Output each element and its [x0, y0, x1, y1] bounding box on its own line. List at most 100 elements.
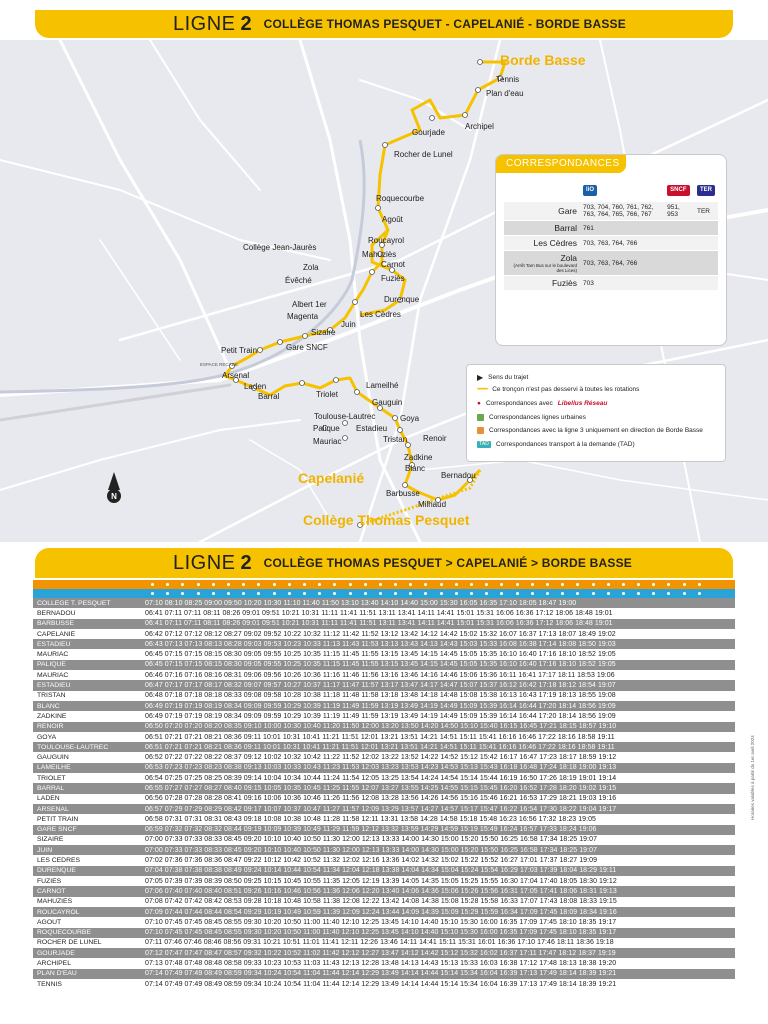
- stop-bernadou[interactable]: Bernadou: [441, 471, 476, 480]
- stop-estadieu[interactable]: Estadieu: [356, 424, 387, 433]
- day-dot-icon: [302, 592, 306, 595]
- timetable-rows: COLLÈGE T. PESQUET 07:10 08:10 08:25 09:0…: [33, 598, 735, 989]
- stop-name-cell: JUIN: [37, 846, 53, 854]
- stop-mauriac[interactable]: Mauriac: [313, 437, 341, 446]
- stop-renoir[interactable]: Renoir: [423, 434, 447, 443]
- stop-gauguin[interactable]: Gauguin: [372, 398, 402, 407]
- stop-durenque[interactable]: Durenque: [384, 295, 419, 304]
- stop-capelanie[interactable]: Capelanié: [298, 471, 364, 486]
- day-dot-icon: [211, 592, 215, 595]
- day-dot-icon: [409, 592, 413, 595]
- times-cell: 06:51 07:21 07:21 08:21 08:36 09:11 10:0…: [145, 743, 615, 751]
- stop-name-cell: DURENQUE: [37, 867, 76, 875]
- table-row: ESTADIEU 06:43 07:13 07:13 08:13 08:28 09…: [33, 639, 735, 650]
- day-dot-icon: [181, 592, 185, 595]
- legend-direction: Sens du trajet: [488, 374, 529, 381]
- stop-plan-deau[interactable]: Plan d'eau: [486, 89, 524, 98]
- legend-partial: Ce tronçon n'est pas desservi à toutes l…: [492, 386, 640, 393]
- stop-fuzies[interactable]: Fuziès: [381, 274, 405, 283]
- day-dot-icon: [439, 583, 443, 586]
- day-dot-icon: [333, 592, 337, 595]
- stop-roucayrol[interactable]: Roucayrol: [368, 236, 404, 245]
- stop-name-cell: BLANC: [37, 702, 60, 710]
- legend-line3: Correspondances avec la ligne 3 uniqueme…: [489, 427, 703, 434]
- sncf-logo: SNCF: [667, 184, 690, 196]
- day-dot-icon: [348, 592, 352, 595]
- route-line: [223, 60, 507, 502]
- stop-toulouse-lautrec[interactable]: Toulouse-Lautrec: [314, 412, 375, 421]
- line-label: LIGNE: [173, 12, 236, 35]
- day-dot-icon: [576, 592, 580, 595]
- day-dot-icon: [591, 592, 595, 595]
- stop-mahuzies[interactable]: Mahuziès: [362, 250, 396, 259]
- correspondances-table: liO SNCF TER Gare 703, 704, 760, 761, 76…: [504, 179, 718, 291]
- stop-college-thomas-pesquet[interactable]: Collège Thomas Pesquet: [303, 513, 469, 528]
- stop-tristan[interactable]: Tristan: [383, 435, 407, 444]
- stop-petit-train[interactable]: Petit Train: [221, 346, 257, 355]
- stop-les-cedres[interactable]: Les Cèdres: [360, 310, 401, 319]
- header-cell: [236, 589, 251, 598]
- stop-lameilhe[interactable]: Lameilhé: [366, 381, 398, 390]
- times-cell: 07:00 07:33 07:33 08:33 08:45 09:20 10:1…: [145, 846, 598, 854]
- stop-sizaire[interactable]: Sizaire: [311, 328, 335, 337]
- day-dot-icon: [196, 583, 200, 586]
- stop-gare-sncf[interactable]: Gare SNCF: [286, 343, 328, 352]
- stop-milhaud[interactable]: Milhaud: [418, 500, 446, 509]
- header-cell: [373, 589, 388, 598]
- day-dot-icon: [378, 583, 382, 586]
- stop-name-cell: PALIQUE: [37, 661, 66, 669]
- stop-zadkine[interactable]: Zadkine: [404, 453, 432, 462]
- stop-rocher-de-lunel[interactable]: Rocher de Lunel: [394, 150, 453, 159]
- stop-name-cell: SIZAIRE: [37, 836, 64, 844]
- stop-archipel[interactable]: Archipel: [465, 122, 494, 131]
- day-dot-icon: [348, 583, 352, 586]
- header-cell: [479, 589, 494, 598]
- corr-fuzies-lio: 703: [580, 275, 665, 291]
- header-cell: [251, 580, 266, 589]
- day-dot-icon: [378, 592, 382, 595]
- table-row: AGOÛT 07:10 07:45 07:45 08:45 08:55 09:30…: [33, 917, 735, 927]
- stop-name-cell: BARBUSSE: [37, 620, 75, 628]
- stop-tennis[interactable]: Tennis: [496, 75, 519, 84]
- stop-name-cell: ARCHIPEL: [37, 960, 71, 968]
- stop-palique[interactable]: Palique: [313, 424, 340, 433]
- stop-barbusse[interactable]: Barbusse: [386, 489, 420, 498]
- header-cell: [175, 580, 190, 589]
- stop-goya[interactable]: Goya: [400, 414, 419, 423]
- stop-name-cell: LAMEILHÉ: [37, 764, 71, 772]
- header-cell: [510, 589, 525, 598]
- stop-albert-1er[interactable]: Albert 1er: [292, 300, 327, 309]
- stop-laden[interactable]: Laden: [244, 382, 266, 391]
- header-cell: [646, 589, 661, 598]
- stop-carnot[interactable]: Carnot: [381, 260, 405, 269]
- table-row: GARE SNCF 06:59 07:32 07:32 08:32 08:44 0…: [33, 824, 735, 835]
- stop-agout[interactable]: Agoût: [382, 215, 403, 224]
- header-cell: [358, 589, 373, 598]
- day-dot-icon: [621, 592, 625, 595]
- stop-gourjade[interactable]: Gourjade: [412, 128, 445, 137]
- stop-zola[interactable]: Zola: [303, 263, 319, 272]
- day-dot-icon: [606, 592, 610, 595]
- header-cell: [388, 580, 403, 589]
- stop-college-jean-jaures[interactable]: Collège Jean-Jaurès: [243, 243, 316, 252]
- header-row-orange: [33, 580, 735, 589]
- table-row: RENOIR 06:50 07:20 07:20 08:20 08:35 09:1…: [33, 721, 735, 732]
- stop-eveche[interactable]: Évêché: [285, 276, 312, 285]
- times-cell: 06:57 07:29 07:29 08:29 08:42 09:17 10:0…: [145, 805, 617, 813]
- stop-barral[interactable]: Barral: [258, 392, 279, 401]
- stop-blanc[interactable]: Blanc: [405, 464, 425, 473]
- stop-arsenal[interactable]: Arsenal: [222, 371, 249, 380]
- stop-borde-basse[interactable]: Borde Basse: [500, 53, 586, 68]
- stop-triolet[interactable]: Triolet: [316, 390, 338, 399]
- day-dot-icon: [545, 592, 549, 595]
- day-dot-icon: [227, 583, 231, 586]
- times-cell: 06:51 07:21 07:21 08:21 08:36 09:11 10:0…: [145, 733, 615, 741]
- correspondances-title: CORRESPONDANCES: [496, 155, 626, 173]
- stop-juin[interactable]: Juin: [341, 320, 356, 329]
- day-dot-icon: [637, 592, 641, 595]
- stop-magenta[interactable]: Magenta: [287, 312, 318, 321]
- stop-name-cell: ARSENAL: [37, 805, 69, 813]
- stop-roquecourbe[interactable]: Roquecourbe: [376, 194, 424, 203]
- route-map[interactable]: N Borde Basse Tennis Plan d'eau Archipel…: [0, 40, 768, 542]
- header-cell: [175, 589, 190, 598]
